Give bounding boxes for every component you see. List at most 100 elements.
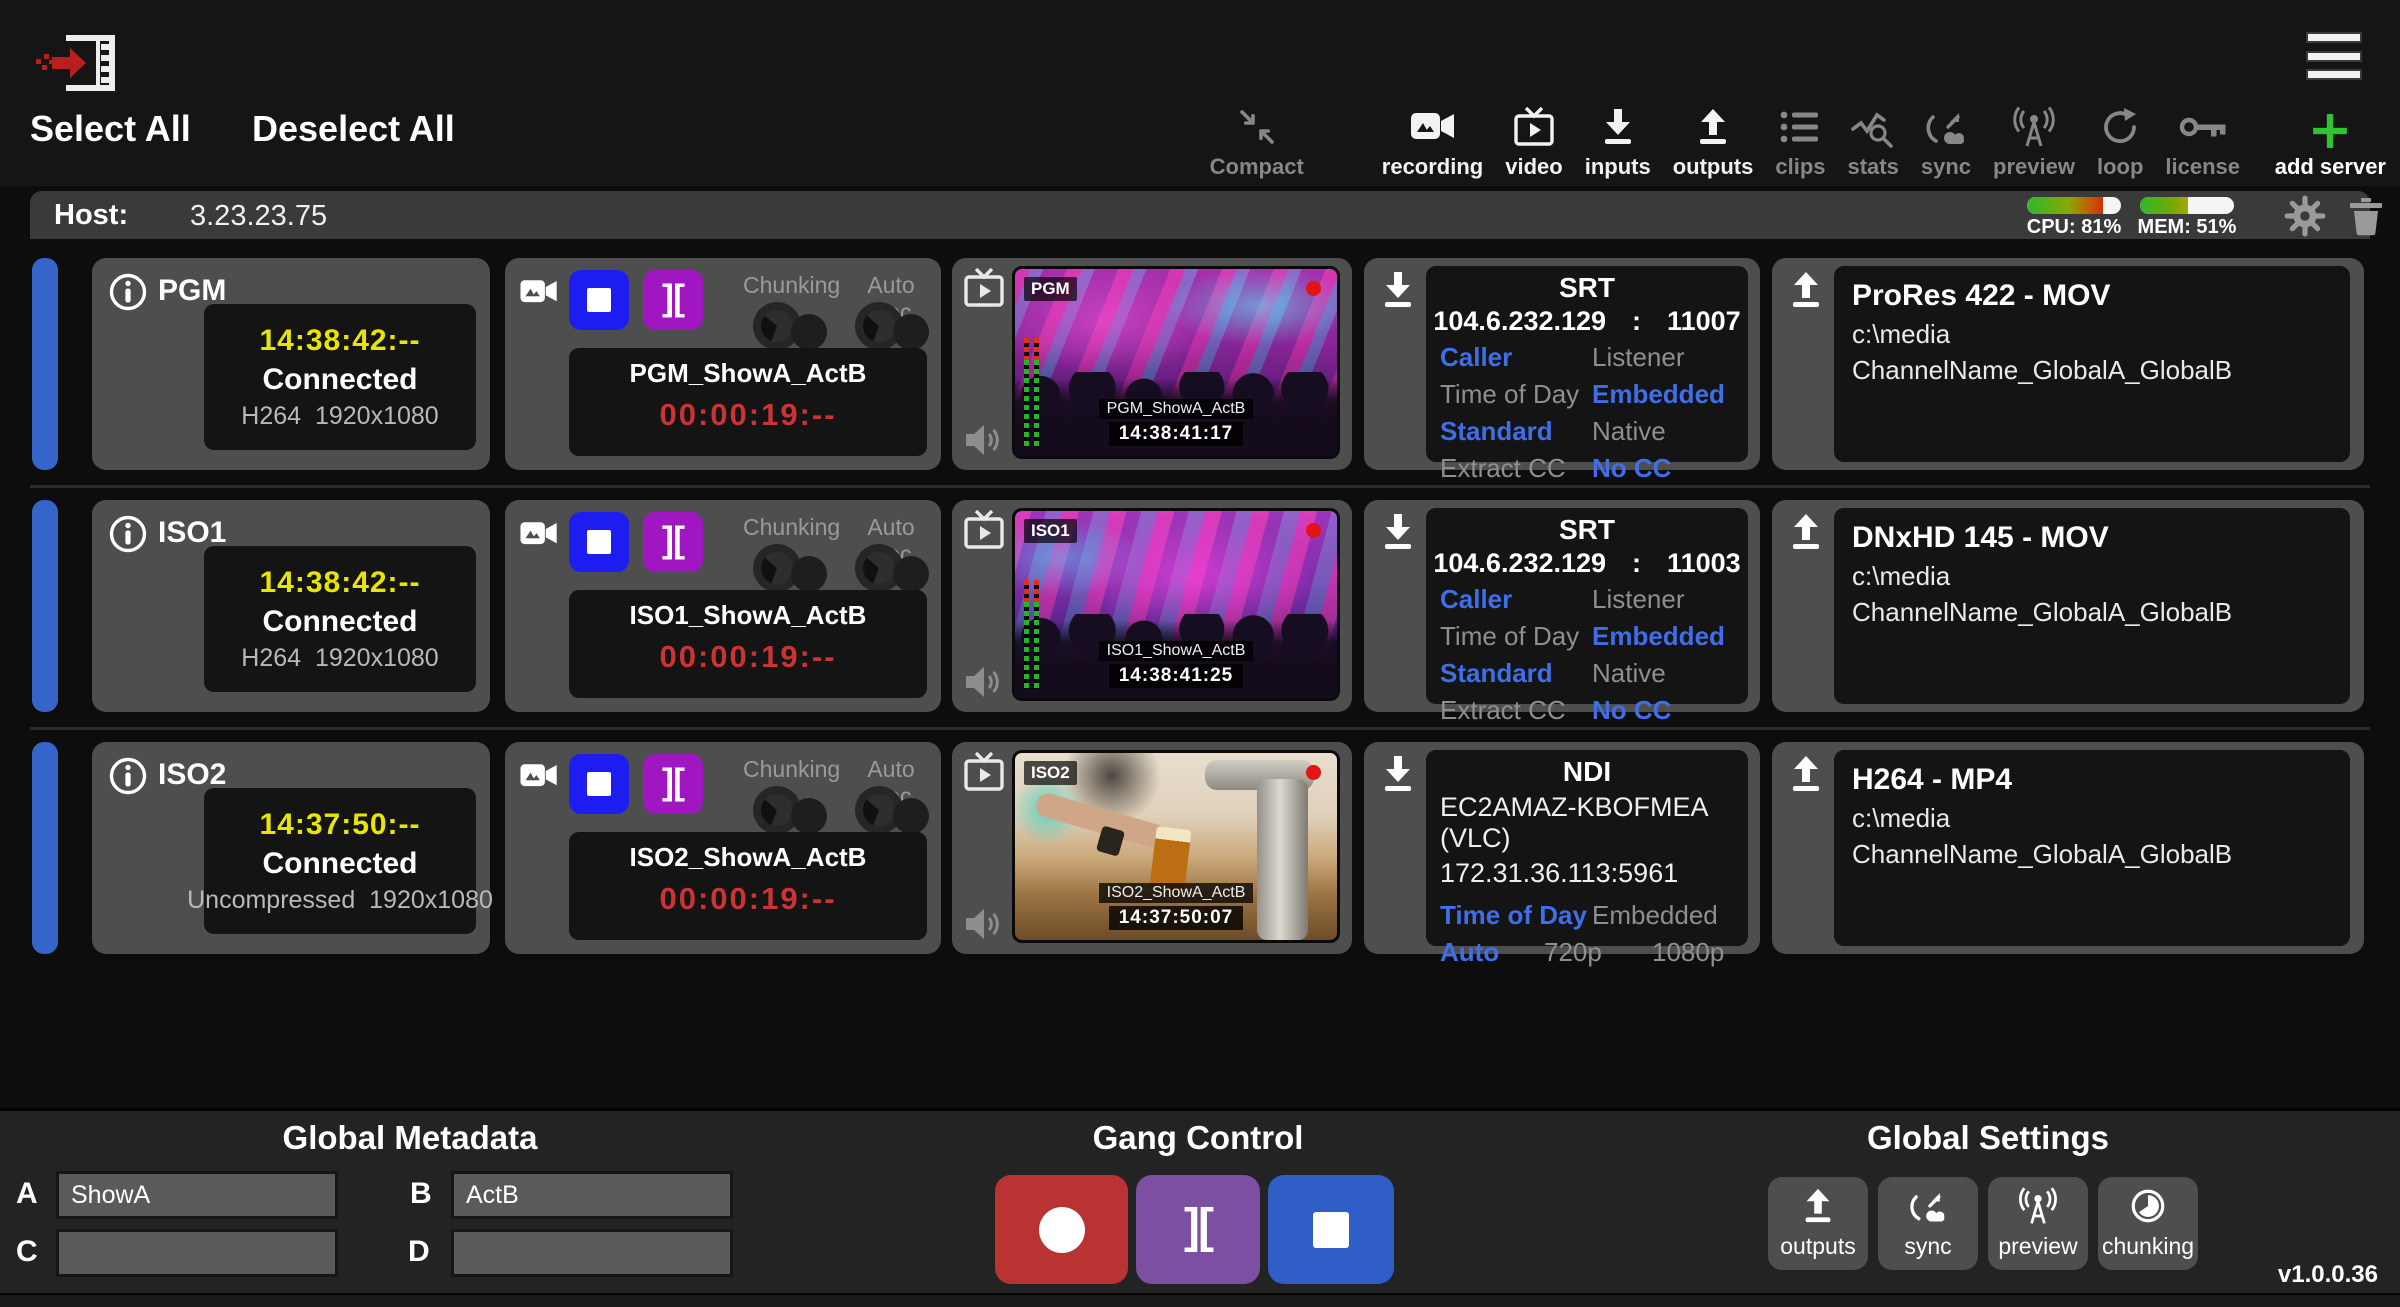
- metadata-input-c[interactable]: [56, 1229, 338, 1277]
- chunking-toggle[interactable]: [753, 302, 827, 352]
- stop-button[interactable]: [569, 512, 629, 572]
- speaker-icon[interactable]: [962, 422, 1004, 458]
- toolbar-stats[interactable]: stats: [1848, 106, 1899, 180]
- input-option: Embedded: [1592, 899, 1718, 932]
- record-elapsed: 00:00:19:--: [569, 881, 927, 917]
- output-info-box: ProRes 422 - MOV c:\media ChannelName_Gl…: [1834, 266, 2350, 462]
- chunk-button[interactable]: ][: [643, 512, 703, 572]
- toolbar-clips[interactable]: clips: [1775, 106, 1825, 180]
- video-thumbnail[interactable]: PGM PGM_ShowA_ActB 14:38:41:17: [1012, 266, 1340, 459]
- clips-list-icon: [1780, 106, 1820, 148]
- app-header: Select All Deselect All Compact recordin…: [0, 0, 2400, 186]
- metadata-input-d[interactable]: [451, 1229, 733, 1277]
- output-format: ProRes 422 - MOV: [1852, 276, 2332, 316]
- output-upload-icon[interactable]: [1786, 754, 1826, 794]
- input-type: NDI: [1440, 756, 1734, 788]
- speaker-icon[interactable]: [962, 664, 1004, 700]
- row-selection-bar[interactable]: [32, 742, 58, 954]
- autorec-toggle[interactable]: [855, 302, 929, 352]
- preview-card: ISO2 ISO2_ShowA_ActB 14:37:50:07: [952, 742, 1352, 954]
- chunking-toggle[interactable]: [753, 544, 827, 594]
- input-port: 11007: [1667, 306, 1741, 337]
- input-download-icon[interactable]: [1378, 270, 1418, 310]
- toolbar-loop[interactable]: loop: [2097, 106, 2143, 180]
- toolbar-recording[interactable]: recording: [1382, 106, 1483, 180]
- input-option: Caller: [1440, 341, 1592, 374]
- autorec-toggle[interactable]: [855, 786, 929, 836]
- output-format: DNxHD 145 - MOV: [1852, 518, 2332, 558]
- cpu-gauge: [2027, 197, 2121, 214]
- add-server-button[interactable]: add server: [2275, 112, 2386, 180]
- toolbar-preview[interactable]: preview: [1993, 106, 2075, 180]
- bottom-strip: [0, 1293, 2400, 1307]
- settings-gear-icon[interactable]: [2284, 195, 2326, 237]
- channel-name: ISO1: [158, 516, 226, 550]
- autorec-toggle[interactable]: [855, 544, 929, 594]
- metadata-input-a[interactable]: [56, 1171, 338, 1219]
- output-path: c:\media: [1852, 316, 2332, 352]
- output-upload-icon[interactable]: [1786, 270, 1826, 310]
- select-all-button[interactable]: Select All: [30, 108, 191, 150]
- input-download-icon[interactable]: [1378, 754, 1418, 794]
- mem-label: MEM: 51%: [2117, 216, 2257, 239]
- record-circle-icon: [1039, 1207, 1085, 1253]
- gang-stop-button[interactable]: [1268, 1175, 1394, 1284]
- input-option: Time of Day: [1440, 620, 1592, 653]
- settings-chunking-button[interactable]: chunking: [2098, 1177, 2198, 1270]
- toolbar-compact[interactable]: Compact: [1210, 106, 1304, 180]
- channel-status-box: 14:38:42:-- Connected H264 1920x1080: [204, 546, 476, 692]
- recording-dot: [1306, 523, 1321, 538]
- row-selection-bar[interactable]: [32, 258, 58, 470]
- chunk-icon: ][: [662, 280, 684, 320]
- channel-card: ISO2 14:37:50:-- Connected Uncompressed …: [92, 742, 490, 954]
- input-option: Extract CC: [1440, 694, 1592, 727]
- camera-icon: [519, 518, 559, 550]
- gang-record-button[interactable]: [995, 1175, 1128, 1284]
- stop-button[interactable]: [569, 270, 629, 330]
- record-elapsed: 00:00:19:--: [569, 397, 927, 433]
- output-upload-icon[interactable]: [1786, 512, 1826, 552]
- row-selection-bar[interactable]: [32, 500, 58, 712]
- tv-icon[interactable]: [962, 268, 1006, 308]
- video-thumbnail[interactable]: ISO2 ISO2_ShowA_ActB 14:37:50:07: [1012, 750, 1340, 943]
- beer-glass-shape: [1150, 826, 1193, 892]
- channel-status: Connected: [262, 847, 417, 881]
- info-icon[interactable]: [108, 514, 148, 554]
- toolbar-sync[interactable]: sync: [1921, 106, 1971, 180]
- plus-icon: [2311, 112, 2349, 150]
- record-card: ][ Chunking Auto Rec ISO1_ShowA_ActB 00:…: [505, 500, 941, 712]
- video-thumbnail[interactable]: ISO1 ISO1_ShowA_ActB 14:38:41:25: [1012, 508, 1340, 701]
- loop-refresh-icon: [2100, 106, 2140, 148]
- gang-chunk-button[interactable]: ][: [1136, 1175, 1260, 1284]
- settings-preview-button[interactable]: preview: [1988, 1177, 2088, 1270]
- compact-icon: [1237, 106, 1277, 148]
- mem-gauge: [2140, 197, 2234, 214]
- stop-button[interactable]: [569, 754, 629, 814]
- settings-sync-button[interactable]: sync: [1878, 1177, 1978, 1270]
- toolbar-license[interactable]: license: [2165, 96, 2240, 180]
- tv-icon[interactable]: [962, 752, 1006, 792]
- settings-outputs-button[interactable]: outputs: [1768, 1177, 1868, 1270]
- deselect-all-button[interactable]: Deselect All: [252, 108, 455, 150]
- tv-icon[interactable]: [962, 510, 1006, 550]
- info-icon[interactable]: [108, 272, 148, 312]
- info-icon[interactable]: [108, 756, 148, 796]
- trash-icon[interactable]: [2348, 196, 2384, 236]
- chunking-toggle[interactable]: [753, 786, 827, 836]
- chunk-button[interactable]: ][: [643, 270, 703, 330]
- input-download-icon[interactable]: [1378, 512, 1418, 552]
- outputs-upload-icon: [1799, 1187, 1837, 1225]
- input-option: Standard: [1440, 657, 1592, 690]
- output-card: H264 - MP4 c:\media ChannelName_GlobalA_…: [1772, 742, 2364, 954]
- toolbar-video[interactable]: video: [1505, 106, 1562, 180]
- recording-dot: [1306, 281, 1321, 296]
- chunk-icon: ][: [662, 522, 684, 562]
- speaker-icon[interactable]: [962, 906, 1004, 942]
- input-option: Embedded: [1592, 620, 1725, 653]
- toolbar-inputs[interactable]: inputs: [1585, 106, 1651, 180]
- menu-icon[interactable]: [2306, 32, 2362, 80]
- metadata-input-b[interactable]: [451, 1171, 733, 1219]
- output-path: c:\media: [1852, 558, 2332, 594]
- toolbar-outputs[interactable]: outputs: [1673, 106, 1754, 180]
- chunk-button[interactable]: ][: [643, 754, 703, 814]
